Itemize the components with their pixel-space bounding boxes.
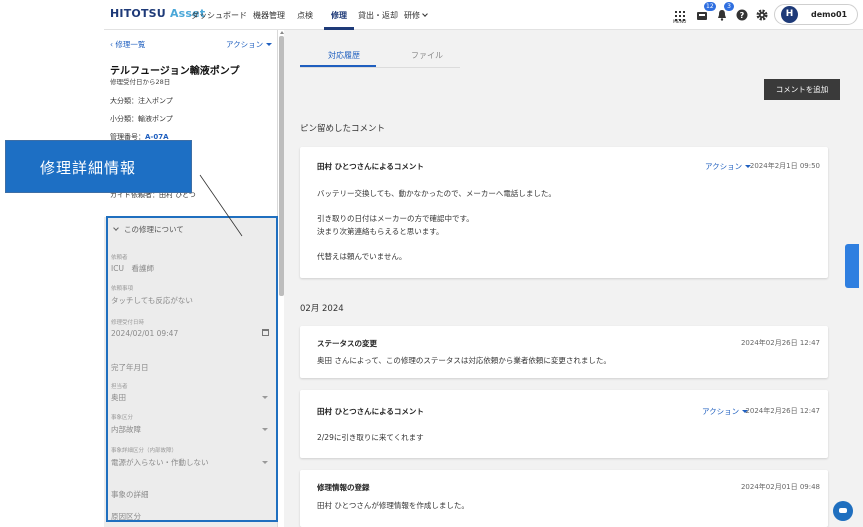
help-button[interactable]: ?	[736, 6, 750, 21]
history-date: 2024年02月01日 09:48	[740, 483, 820, 491]
history-text: 奥田 さんによって、この修理のステータスは対応依頼から業者依頼に変更されました。	[317, 356, 611, 365]
inbox-badge: 12	[704, 2, 716, 11]
category-minor: 小分類：輸液ポンプ	[110, 115, 173, 123]
history-title: 田村 ひとつさんによるコメント	[317, 407, 424, 416]
history-text: 2/29に引き取りに来てくれます	[317, 433, 424, 442]
history-item-comment: 田村 ひとつさんによるコメント アクション 2024年2月26日 12:47 2…	[300, 390, 828, 458]
history-item-registration: 修理情報の登録 2024年02月01日 09:48 田村 ひとつさんが修理情報を…	[300, 470, 828, 527]
device-name: テルフュージョン輸液ポンプ	[110, 66, 240, 77]
menu-button[interactable]: MENU	[673, 6, 688, 25]
menu-label: MENU	[673, 20, 687, 25]
history-date: 2024年02月26日 12:47	[740, 339, 820, 347]
nav-equipment[interactable]: 機器管理	[253, 10, 285, 21]
pinned-comment-line: バッテリー交換しても、動かなかったので、メーカーへ電話しました。	[317, 189, 556, 198]
notification-badge: 3	[724, 2, 734, 11]
nav-training-label: 研修	[404, 11, 420, 20]
elapsed-days: 修理受付日から28日	[110, 78, 171, 86]
pinned-comment-line: 決まり次第連絡もらえると思います。	[317, 227, 444, 236]
avatar: H	[781, 6, 798, 23]
nav-lending[interactable]: 貸出・返却	[358, 10, 398, 21]
inbox-button[interactable]: 12	[696, 2, 716, 20]
active-tab-indicator	[300, 65, 376, 67]
history-title: ステータスの変更	[317, 339, 377, 348]
caret-down-icon	[266, 43, 273, 46]
settings-button[interactable]	[756, 6, 770, 21]
chevron-down-icon	[422, 11, 428, 17]
history-date: 2024年2月26日 12:47	[745, 407, 820, 415]
pinned-comment-line: 引き取りの日付はメーカーの方で確認中です。	[317, 214, 474, 223]
user-menu[interactable]: H demo01	[774, 4, 858, 25]
annotation-callout: 修理詳細情報	[5, 140, 192, 193]
pinned-comment-line: 代替えは頼んでいません。	[317, 252, 407, 261]
top-navigation: HITOTSU Asset ダッシュボード 機器管理 点検 修理 貸出・返却 研…	[104, 0, 863, 30]
history-comment-action[interactable]: アクション	[702, 406, 749, 417]
pinned-comment-action[interactable]: アクション	[705, 161, 752, 172]
logo-main-text: HITOTSU	[110, 7, 166, 20]
pinned-comment-card: 田村 ひとつさんによるコメント アクション 2024年2月1日 09:50 バッ…	[300, 147, 828, 278]
category-major: 大分類：注入ポンプ	[110, 97, 173, 105]
gear-icon	[756, 9, 768, 21]
action-label: アクション	[705, 162, 743, 171]
highlight-frame	[106, 216, 278, 522]
history-item-status-change: ステータスの変更 2024年02月26日 12:47 奥田 さんによって、この修…	[300, 326, 828, 378]
month-label: 02月 2024	[300, 304, 344, 314]
back-to-repair-list[interactable]: ‹ 修理一覧	[110, 39, 145, 50]
question-icon: ?	[736, 9, 748, 21]
add-comment-button[interactable]: コメントを追加	[764, 79, 840, 100]
nav-dashboard[interactable]: ダッシュボード	[191, 10, 247, 21]
callout-text: 修理詳細情報	[40, 159, 137, 177]
tab-divider	[300, 67, 460, 68]
pinned-comment-date: 2024年2月1日 09:50	[749, 162, 820, 170]
user-name: demo01	[811, 10, 848, 19]
nav-inspection[interactable]: 点検	[297, 10, 313, 21]
sidebar-action-menu[interactable]: アクション	[226, 39, 273, 50]
action-link-label: アクション	[226, 40, 264, 49]
tab-history[interactable]: 対応履歴	[328, 50, 360, 61]
back-link-label: 修理一覧	[115, 40, 146, 49]
svg-text:?: ?	[740, 11, 745, 20]
history-title: 修理情報の登録	[317, 483, 370, 492]
main-content: 対応履歴 ファイル コメントを追加 ピン留めしたコメント 田村 ひとつさんによる…	[284, 30, 863, 527]
pinned-comment-author: 田村 ひとつさんによるコメント	[317, 162, 424, 171]
action-label: アクション	[702, 407, 740, 416]
nav-repair[interactable]: 修理	[331, 10, 347, 21]
notifications-button[interactable]: 3	[716, 2, 734, 21]
chat-help-button[interactable]	[833, 501, 853, 521]
nav-training[interactable]: 研修	[404, 10, 428, 21]
side-panel-tab[interactable]	[845, 244, 859, 288]
pinned-comments-title: ピン留めしたコメント	[300, 124, 386, 134]
tab-files[interactable]: ファイル	[411, 50, 443, 61]
history-text: 田村 ひとつさんが修理情報を作成しました。	[317, 501, 469, 510]
